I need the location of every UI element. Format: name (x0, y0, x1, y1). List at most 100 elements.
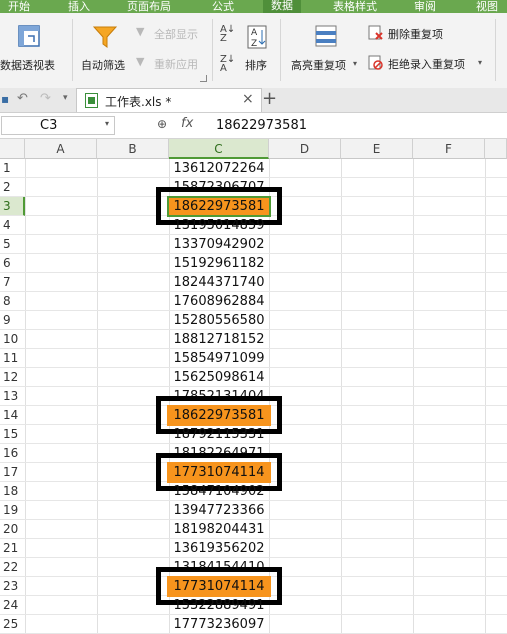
funnel-small-icon: ▼ (136, 25, 145, 38)
dropdown-arrow-icon[interactable]: ▾ (353, 59, 357, 68)
svg-text:A: A (251, 28, 258, 38)
tab-review[interactable]: 审阅 (414, 0, 436, 14)
close-tab-icon[interactable]: × (242, 91, 254, 107)
row-header[interactable]: 22 (0, 558, 25, 577)
column-header-d[interactable]: D (269, 139, 341, 159)
ribbon-divider (72, 19, 73, 81)
row-header[interactable]: 8 (0, 292, 25, 311)
tab-data[interactable]: 数据 (263, 0, 301, 13)
funnel-icon (93, 26, 117, 48)
sort-icon: A Z (247, 25, 267, 49)
row-header[interactable]: 6 (0, 254, 25, 273)
tab-view[interactable]: 视图 (476, 0, 498, 14)
row-header[interactable]: 13 (0, 387, 25, 406)
zoom-search-icon[interactable]: ⊕ (157, 117, 167, 131)
column-header-c[interactable]: C (169, 139, 269, 159)
row-header[interactable]: 7 (0, 273, 25, 292)
cell-c[interactable]: 15625098614 (169, 368, 269, 387)
pivot-table-button[interactable]: 数据透视表 (0, 13, 68, 83)
cell-c[interactable]: 15280556580 (169, 311, 269, 330)
row-header[interactable]: 18 (0, 482, 25, 501)
chevron-down-icon[interactable]: ▾ (105, 119, 109, 128)
row-header[interactable]: 20 (0, 520, 25, 539)
highlight-duplicates-icon (315, 25, 337, 47)
grid-line (485, 159, 486, 633)
tab-formulas[interactable]: 公式 (212, 0, 234, 14)
tab-table-style[interactable]: 表格样式 (333, 0, 377, 14)
row-header[interactable]: 24 (0, 596, 25, 615)
save-icon[interactable]: ▪ (1, 92, 9, 106)
column-header-overflow[interactable] (485, 139, 507, 159)
sort-ascending-button[interactable]: A↓ Z (220, 25, 236, 44)
reject-duplicates-button[interactable]: 拒绝录入重复项 ▾ (368, 55, 493, 73)
show-all-button[interactable]: ▼ 全部显示 (136, 25, 208, 43)
cell-c[interactable]: 13612072264 (169, 159, 269, 178)
cell-c[interactable]: 18812718152 (169, 330, 269, 349)
row-header[interactable]: 10 (0, 330, 25, 349)
cell-c[interactable]: 18198204431 (169, 520, 269, 539)
tab-insert[interactable]: 插入 (68, 0, 90, 14)
cell-c[interactable]: 15847104902 (169, 482, 269, 501)
cell-c[interactable]: 13619356202 (169, 539, 269, 558)
row-header[interactable]: 16 (0, 444, 25, 463)
highlight-duplicates-button[interactable]: 高亮重复项 ▾ (288, 13, 362, 83)
document-tab[interactable]: 工作表.xls * × (76, 88, 262, 112)
row-header[interactable]: 4 (0, 216, 25, 235)
formula-input[interactable]: 18622973581 (208, 116, 507, 135)
cell-c[interactable]: 13370942902 (169, 235, 269, 254)
cell-c[interactable]: 18244371740 (169, 273, 269, 292)
reapply-label: 重新应用 (154, 58, 198, 71)
cell-c[interactable]: 15322889491 (169, 596, 269, 615)
column-header-f[interactable]: F (413, 139, 485, 159)
cell-c[interactable]: 13947723366 (169, 501, 269, 520)
svg-text:Z: Z (251, 39, 257, 49)
row-header[interactable]: 1 (0, 159, 25, 178)
new-tab-button[interactable]: + (262, 89, 277, 109)
row-header[interactable]: 5 (0, 235, 25, 254)
select-all-corner[interactable] (0, 139, 25, 159)
ribbon-divider (495, 19, 496, 81)
grid-line (413, 159, 414, 633)
function-icon[interactable]: fx (181, 116, 193, 131)
row-header[interactable]: 14 (0, 406, 25, 425)
row-header[interactable]: 19 (0, 501, 25, 520)
quick-access-dropdown-icon[interactable]: ▾ (63, 93, 68, 103)
active-cell-border (167, 196, 271, 217)
column-header-b[interactable]: B (97, 139, 169, 159)
sort-descending-icon: Z↓ A (220, 54, 236, 74)
cell-c[interactable]: 15192961182 (169, 254, 269, 273)
cell-c[interactable]: 15854971099 (169, 349, 269, 368)
row-header[interactable]: 11 (0, 349, 25, 368)
cell-c[interactable]: 17608962884 (169, 292, 269, 311)
row-header[interactable]: 23 (0, 577, 25, 596)
cell-c[interactable]: 18792115331 (169, 425, 269, 444)
dropdown-arrow-icon[interactable]: ▾ (478, 58, 482, 67)
column-header-e[interactable]: E (341, 139, 413, 159)
cell-c[interactable]: 13195014859 (169, 216, 269, 235)
cell-c[interactable]: 17773236097 (169, 615, 269, 634)
ribbon-divider (212, 19, 213, 81)
dialog-launcher-icon[interactable] (200, 75, 207, 82)
tab-page-layout[interactable]: 页面布局 (127, 0, 171, 14)
name-box[interactable]: C3 ▾ (1, 116, 115, 135)
redo-icon[interactable]: ↷ (40, 91, 51, 106)
row-header[interactable]: 9 (0, 311, 25, 330)
sort-button[interactable]: A Z 排序 (243, 13, 273, 83)
row-header[interactable]: 15 (0, 425, 25, 444)
tab-home[interactable]: 开始 (8, 0, 30, 14)
undo-icon[interactable]: ↶ (17, 91, 28, 106)
autofilter-button[interactable]: 自动筛选 (78, 13, 133, 83)
column-header-a[interactable]: A (25, 139, 97, 159)
reapply-button[interactable]: ▼ 重新应用 (136, 55, 208, 73)
sort-descending-button[interactable]: Z↓ A (220, 54, 236, 74)
row-header[interactable]: 2 (0, 178, 25, 197)
row-header[interactable]: 25 (0, 615, 25, 634)
grid-line (25, 159, 26, 633)
row-header[interactable]: 17 (0, 463, 25, 482)
row-header[interactable]: 12 (0, 368, 25, 387)
row-header[interactable]: 21 (0, 539, 25, 558)
document-title: 工作表.xls * (105, 95, 172, 109)
delete-duplicates-icon (368, 25, 383, 40)
row-header[interactable]: 3 (0, 197, 25, 216)
delete-duplicates-button[interactable]: 删除重复项 (368, 25, 493, 43)
